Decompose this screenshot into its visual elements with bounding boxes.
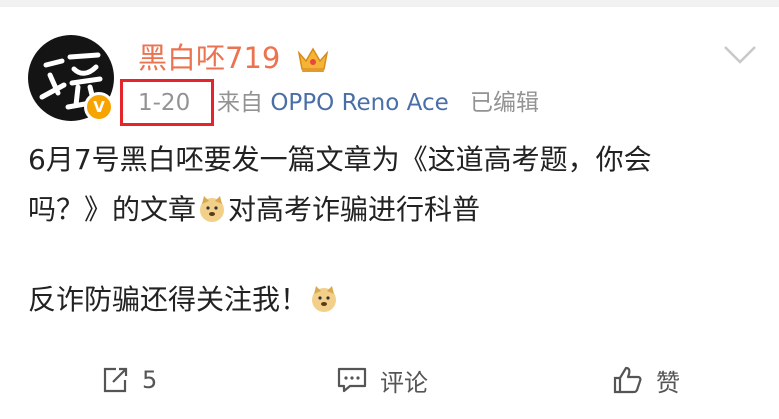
post-text-segment: 对高考诈骗进行科普 — [228, 193, 481, 226]
post-source: 来自 OPPO Reno Ace — [217, 88, 449, 118]
crown-icon — [297, 47, 329, 72]
source-device-link[interactable]: OPPO Reno Ace — [270, 90, 448, 116]
verified-badge-icon: V — [84, 92, 114, 122]
repost-button[interactable]: 5 — [100, 352, 157, 408]
comment-label: 评论 — [380, 368, 428, 397]
comment-icon — [337, 367, 367, 393]
post-text-line-1: 6月7号黑白呸要发一篇文章为《这道高考题，你会 — [28, 143, 652, 176]
post-text-line-2: 吗？》的文章 对高考诈骗进行科普 — [28, 190, 768, 230]
repost-icon — [103, 367, 128, 393]
post-text-segment: 吗？》的文章 — [28, 193, 197, 226]
chevron-down-icon[interactable] — [722, 44, 758, 66]
post-text-segment: 反诈防骗还得关注我！ — [28, 283, 309, 316]
username[interactable]: 黑白呸719 — [138, 38, 280, 78]
source-prefix: 来自 — [217, 90, 263, 116]
timestamp-highlight-box — [120, 79, 214, 126]
comment-button[interactable]: 评论 — [336, 352, 428, 408]
doge-emoji-icon — [200, 196, 225, 222]
action-bar: 5 评论 赞 — [0, 352, 779, 408]
thumbs-up-icon — [613, 366, 642, 394]
like-label: 赞 — [656, 368, 680, 397]
top-divider — [0, 0, 779, 7]
doge-emoji-icon — [312, 286, 337, 312]
post-text-line-3: 反诈防骗还得关注我！ — [28, 280, 768, 320]
repost-count: 5 — [142, 366, 158, 394]
edited-label[interactable]: 已编辑 — [470, 88, 539, 118]
like-button[interactable]: 赞 — [612, 352, 680, 408]
